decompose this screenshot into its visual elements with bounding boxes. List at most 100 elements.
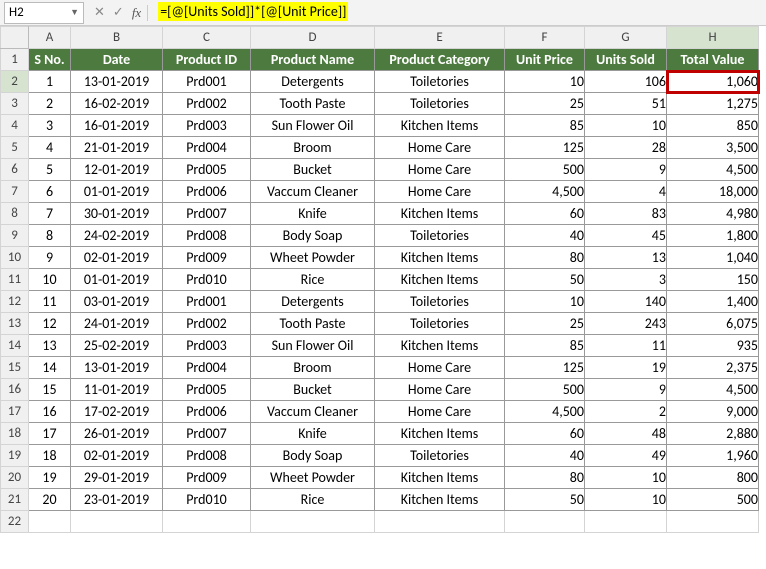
- cell-pid[interactable]: Prd010: [163, 269, 251, 291]
- cell-sno[interactable]: 19: [29, 467, 71, 489]
- col-header-C[interactable]: C: [163, 27, 251, 49]
- cell-price[interactable]: 60: [505, 423, 585, 445]
- hdr-date[interactable]: Date: [71, 49, 163, 71]
- cell-price[interactable]: 500: [505, 379, 585, 401]
- cell-date[interactable]: 13-01-2019: [71, 357, 163, 379]
- cell-pid[interactable]: Prd004: [163, 357, 251, 379]
- cell-sno[interactable]: 12: [29, 313, 71, 335]
- cell-pname[interactable]: Vaccum Cleaner: [251, 401, 375, 423]
- cell-price[interactable]: 125: [505, 137, 585, 159]
- cell-price[interactable]: 85: [505, 335, 585, 357]
- cell-sold[interactable]: 10: [585, 115, 667, 137]
- cell-sold[interactable]: 243: [585, 313, 667, 335]
- cell-pcat[interactable]: Kitchen Items: [375, 203, 505, 225]
- cell-sold[interactable]: 9: [585, 159, 667, 181]
- col-header-E[interactable]: E: [375, 27, 505, 49]
- cell-sno[interactable]: 10: [29, 269, 71, 291]
- cell-pcat[interactable]: Toiletories: [375, 71, 505, 93]
- cell-sno[interactable]: 5: [29, 159, 71, 181]
- cell-total[interactable]: 850: [667, 115, 759, 137]
- row-header-9[interactable]: 9: [1, 225, 29, 247]
- empty-cell[interactable]: [29, 511, 71, 533]
- cell-pcat[interactable]: Home Care: [375, 159, 505, 181]
- cell-sno[interactable]: 7: [29, 203, 71, 225]
- cell-sold[interactable]: 10: [585, 467, 667, 489]
- cell-date[interactable]: 21-01-2019: [71, 137, 163, 159]
- empty-cell[interactable]: [163, 511, 251, 533]
- name-box-dropdown-icon[interactable]: ▼: [70, 7, 79, 18]
- cell-total[interactable]: 4,500: [667, 159, 759, 181]
- cell-total[interactable]: 500: [667, 489, 759, 511]
- cell-total[interactable]: 2,880: [667, 423, 759, 445]
- col-header-F[interactable]: F: [505, 27, 585, 49]
- cell-sold[interactable]: 106: [585, 71, 667, 93]
- cell-pname[interactable]: Tooth Paste: [251, 313, 375, 335]
- cell-sno[interactable]: 16: [29, 401, 71, 423]
- row-header-1[interactable]: 1: [1, 49, 29, 71]
- row-header-3[interactable]: 3: [1, 93, 29, 115]
- cell-pname[interactable]: Detergents: [251, 71, 375, 93]
- cell-pname[interactable]: Body Soap: [251, 445, 375, 467]
- col-header-H[interactable]: H: [667, 27, 759, 49]
- cell-sold[interactable]: 9: [585, 379, 667, 401]
- cell-date[interactable]: 16-01-2019: [71, 115, 163, 137]
- cell-pname[interactable]: Rice: [251, 489, 375, 511]
- row-header-14[interactable]: 14: [1, 335, 29, 357]
- col-header-A[interactable]: A: [29, 27, 71, 49]
- cell-pcat[interactable]: Home Care: [375, 401, 505, 423]
- cell-sold[interactable]: 48: [585, 423, 667, 445]
- empty-cell[interactable]: [585, 511, 667, 533]
- cell-sno[interactable]: 13: [29, 335, 71, 357]
- cell-sno[interactable]: 8: [29, 225, 71, 247]
- cell-price[interactable]: 125: [505, 357, 585, 379]
- row-header-22[interactable]: 22: [1, 511, 29, 533]
- cell-price[interactable]: 80: [505, 467, 585, 489]
- cell-sno[interactable]: 1: [29, 71, 71, 93]
- row-header-12[interactable]: 12: [1, 291, 29, 313]
- cell-date[interactable]: 01-01-2019: [71, 269, 163, 291]
- cell-total[interactable]: 4,500: [667, 379, 759, 401]
- cell-sold[interactable]: 51: [585, 93, 667, 115]
- cell-pid[interactable]: Prd001: [163, 71, 251, 93]
- cell-date[interactable]: 24-02-2019: [71, 225, 163, 247]
- cell-pname[interactable]: Wheet Powder: [251, 247, 375, 269]
- cell-sno[interactable]: 20: [29, 489, 71, 511]
- cell-sno[interactable]: 15: [29, 379, 71, 401]
- cell-pname[interactable]: Rice: [251, 269, 375, 291]
- cell-pcat[interactable]: Kitchen Items: [375, 423, 505, 445]
- row-header-7[interactable]: 7: [1, 181, 29, 203]
- cell-total[interactable]: 3,500: [667, 137, 759, 159]
- cell-pcat[interactable]: Kitchen Items: [375, 335, 505, 357]
- cell-sold[interactable]: 13: [585, 247, 667, 269]
- row-header-2[interactable]: 2: [1, 71, 29, 93]
- cell-pcat[interactable]: Toiletories: [375, 225, 505, 247]
- cell-pname[interactable]: Tooth Paste: [251, 93, 375, 115]
- row-header-5[interactable]: 5: [1, 137, 29, 159]
- cell-pcat[interactable]: Home Care: [375, 137, 505, 159]
- cell-sno[interactable]: 17: [29, 423, 71, 445]
- cell-total[interactable]: 1,275: [667, 93, 759, 115]
- cell-pid[interactable]: Prd003: [163, 115, 251, 137]
- select-all-corner[interactable]: [1, 27, 29, 49]
- cell-pname[interactable]: Wheet Powder: [251, 467, 375, 489]
- cell-pid[interactable]: Prd004: [163, 137, 251, 159]
- cell-total[interactable]: 2,375: [667, 357, 759, 379]
- cell-pname[interactable]: Sun Flower Oil: [251, 335, 375, 357]
- cell-total[interactable]: 4,980: [667, 203, 759, 225]
- cell-sold[interactable]: 2: [585, 401, 667, 423]
- cell-sold[interactable]: 11: [585, 335, 667, 357]
- cell-sold[interactable]: 19: [585, 357, 667, 379]
- formula-input[interactable]: =[@[Units Sold]]*[@[Unit Price]]: [154, 2, 766, 24]
- cell-pcat[interactable]: Home Care: [375, 181, 505, 203]
- row-header-16[interactable]: 16: [1, 379, 29, 401]
- cell-date[interactable]: 25-02-2019: [71, 335, 163, 357]
- hdr-usold[interactable]: Units Sold: [585, 49, 667, 71]
- cell-pid[interactable]: Prd008: [163, 445, 251, 467]
- cell-pname[interactable]: Bucket: [251, 159, 375, 181]
- cell-price[interactable]: 40: [505, 445, 585, 467]
- cell-total[interactable]: 1,800: [667, 225, 759, 247]
- cell-total[interactable]: 800: [667, 467, 759, 489]
- cell-pid[interactable]: Prd009: [163, 467, 251, 489]
- cell-pname[interactable]: Knife: [251, 423, 375, 445]
- cell-sold[interactable]: 3: [585, 269, 667, 291]
